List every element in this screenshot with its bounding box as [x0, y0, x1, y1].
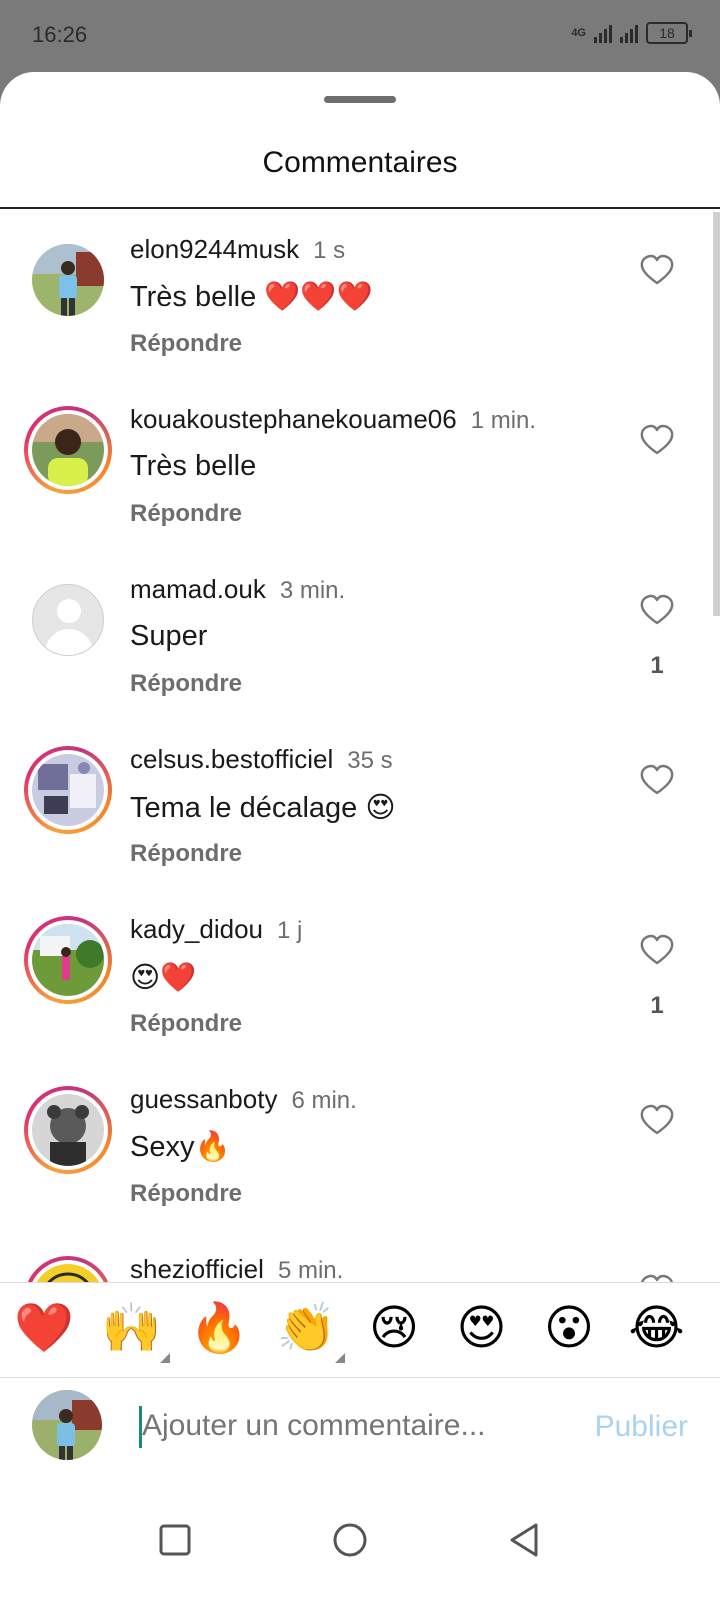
crying-emoji[interactable]: 😢 [364, 1299, 424, 1359]
fire-emoji[interactable]: 🔥 [189, 1299, 249, 1359]
drag-handle[interactable] [324, 96, 396, 103]
comment-list[interactable]: elon9244musk 1 s Très belle ❤️❤️❤️ Répondre… [0, 212, 712, 1384]
comment-username[interactable]: sheziofficiel [130, 1254, 264, 1285]
comment-text: Très belle ❤️❤️❤️ [130, 281, 373, 313]
comment-row[interactable]: mamad.ouk 3 min. Super Répondre 1 [0, 552, 712, 722]
reply-button[interactable]: Répondre [130, 1180, 242, 1208]
comment-username[interactable]: mamad.ouk [130, 574, 266, 605]
avatar-story-ring[interactable] [24, 916, 112, 1004]
comment-row[interactable]: guessanboty 6 min. Sexy🔥 Répondre [0, 1062, 712, 1232]
emoji-glyph: 😢 [368, 1302, 420, 1355]
heart-outline-icon[interactable] [640, 424, 674, 456]
status-bar: 16:26 4G 18 [0, 0, 720, 72]
comment-row[interactable]: kouakoustephanekouame06 1 min. Très belle R… [0, 382, 712, 552]
heart-outline-icon[interactable] [640, 764, 674, 796]
surprised-emoji[interactable]: 😮 [539, 1299, 599, 1359]
network-type: 4G [571, 27, 586, 39]
skin-tone-indicator [159, 1353, 170, 1363]
comment-time: 35 s [347, 747, 393, 774]
skin-tone-indicator [334, 1353, 345, 1363]
recent-apps-icon[interactable] [153, 1518, 197, 1562]
reply-button[interactable]: Répondre [130, 840, 242, 868]
reply-button[interactable]: Répondre [130, 500, 242, 528]
avatar-story-ring[interactable] [24, 746, 112, 834]
comment-text: Sexy🔥 [130, 1131, 231, 1163]
heart-outline-icon[interactable] [640, 254, 674, 286]
quick-emoji-bar: ❤️ 🙌 🔥 👏 😢 😍 😮 😂 [0, 1282, 720, 1378]
scrollbar[interactable] [713, 212, 720, 616]
heart-outline-icon[interactable] [640, 934, 674, 966]
comment-username[interactable]: elon9244musk [130, 234, 299, 265]
comment-time: 6 min. [291, 1087, 357, 1114]
comment-input[interactable] [142, 1404, 532, 1448]
comment-text: Tema le décalage 😍 [130, 792, 396, 824]
default-avatar-icon [32, 584, 104, 656]
avatar-story-ring[interactable] [24, 1086, 112, 1174]
reply-button[interactable]: Répondre [130, 330, 242, 358]
comment-time: 3 min. [279, 577, 346, 604]
status-icons: 4G 18 [571, 22, 692, 44]
system-nav-bar [0, 1488, 720, 1612]
avatar[interactable] [24, 236, 112, 324]
reply-button[interactable]: Répondre [130, 1010, 242, 1038]
divider [0, 207, 720, 209]
avatar-story-ring[interactable] [24, 406, 112, 494]
comment-username[interactable]: guessanboty [130, 1084, 277, 1115]
heart-emoji[interactable]: ❤️ [14, 1299, 74, 1359]
signal-icon [594, 23, 612, 43]
comment-text: 😍❤️ [130, 962, 197, 994]
emoji-glyph: 😂 [628, 1302, 685, 1355]
emoji-glyph: 😮 [543, 1302, 595, 1355]
comment-time: 1 j [277, 917, 303, 944]
comment-composer: Publier [0, 1378, 720, 1488]
publish-button[interactable]: Publier [595, 1410, 688, 1444]
emoji-glyph: 👏 [276, 1302, 337, 1355]
emoji-glyph: 😍 [456, 1302, 507, 1355]
reply-button[interactable]: Répondre [130, 670, 242, 698]
like-count: 1 [650, 652, 664, 679]
clap-emoji[interactable]: 👏 [276, 1299, 345, 1363]
comment-row[interactable]: kady_didou 1 j 😍❤️ Répondre 1 [0, 892, 712, 1062]
comment-row[interactable]: celsus.bestofficiel 35 s Tema le décalage … [0, 722, 712, 892]
like-count: 1 [650, 992, 664, 1019]
comment-username[interactable]: kady_didou [130, 914, 263, 945]
emoji-glyph: 🙌 [101, 1302, 162, 1355]
comment-time: 5 min. [277, 1257, 344, 1284]
comment-row[interactable]: elon9244musk 1 s Très belle ❤️❤️❤️ Répondre [0, 212, 712, 382]
heart-eyes-emoji[interactable]: 😍 [452, 1299, 512, 1359]
status-time: 16:26 [32, 22, 88, 47]
comment-username[interactable]: celsus.bestofficiel [130, 744, 333, 775]
raised-hands-emoji[interactable]: 🙌 [101, 1299, 170, 1363]
back-icon[interactable] [502, 1518, 546, 1562]
laughing-emoji[interactable]: 😂 [627, 1299, 687, 1359]
heart-outline-icon[interactable] [640, 594, 674, 626]
emoji-glyph: ❤️ [14, 1302, 74, 1355]
avatar[interactable] [24, 576, 112, 664]
self-avatar [32, 1390, 102, 1460]
comment-time: 1 min. [470, 407, 537, 434]
sheet-title: Commentaires [262, 146, 458, 179]
emoji-glyph: 🔥 [189, 1302, 249, 1355]
signal-icon-2 [620, 23, 638, 43]
comment-username[interactable]: kouakoustephanekouame06 [130, 404, 457, 435]
battery-icon: 18 [646, 22, 692, 44]
home-icon[interactable] [328, 1518, 372, 1562]
comment-text: Très belle [130, 450, 257, 482]
heart-outline-icon[interactable] [640, 1104, 674, 1136]
comment-time: 1 s [313, 237, 346, 264]
comment-text: Super [130, 620, 208, 652]
